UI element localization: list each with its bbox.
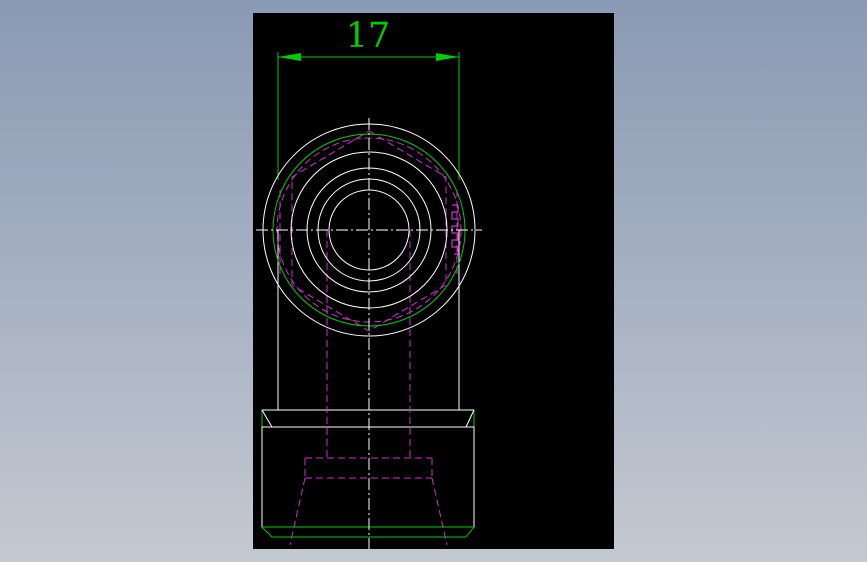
dimension-text: 17 <box>346 16 391 56</box>
cad-viewport[interactable]: 17 <box>0 0 867 562</box>
drawing-canvas[interactable]: 17 <box>0 0 867 562</box>
drawing-sheet <box>253 13 614 549</box>
